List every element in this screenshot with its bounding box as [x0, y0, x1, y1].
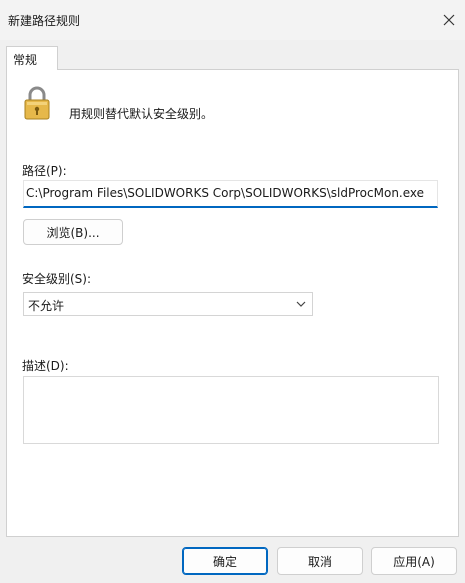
tab-general-label: 常规: [13, 53, 38, 67]
browse-button[interactable]: 浏览(B)...: [23, 219, 123, 245]
description-textarea[interactable]: [23, 376, 439, 444]
chevron-down-icon: [296, 301, 306, 307]
close-button[interactable]: [437, 8, 461, 32]
lock-icon: [24, 86, 50, 120]
close-icon: [443, 14, 455, 26]
apply-button[interactable]: 应用(A): [371, 547, 457, 575]
security-level-select[interactable]: 不允许: [23, 292, 313, 316]
description-label: 描述(D):: [22, 359, 69, 373]
security-level-value: 不允许: [28, 299, 65, 313]
security-level-label: 安全级别(S):: [22, 272, 92, 286]
window-title: 新建路径规则: [8, 14, 81, 28]
ok-button[interactable]: 确定: [182, 547, 268, 575]
rule-description-text: 用规则替代默认安全级别。: [69, 107, 214, 121]
tab-general[interactable]: 常规: [6, 46, 58, 70]
path-input[interactable]: C:\Program Files\SOLIDWORKS Corp\SOLIDWO…: [23, 180, 438, 208]
title-bar: 新建路径规则: [0, 0, 465, 40]
path-label: 路径(P):: [22, 164, 67, 178]
cancel-button[interactable]: 取消: [277, 547, 363, 575]
